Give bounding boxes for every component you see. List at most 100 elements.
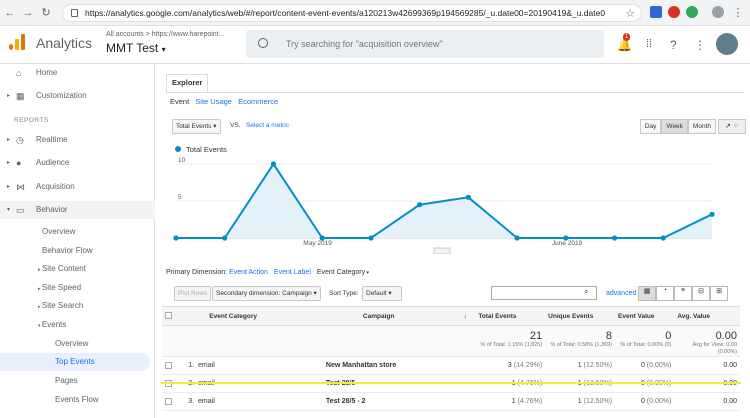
sidebar-item-customization[interactable]: ▸ ▦ Customization [0, 87, 155, 105]
x-tick-label: June 2019 [552, 240, 583, 247]
table-row[interactable]: 1. email New Manhattan store 3 (14.29%) … [162, 356, 740, 375]
address-bar[interactable]: https://analytics.google.com/analytics/w… [62, 4, 642, 22]
sidebar-item-behavior[interactable]: ▾ ▭ Behavior [0, 201, 155, 219]
browser-toolbar: ← → ↻ https://analytics.google.com/analy… [0, 0, 750, 26]
brand-title: Analytics [36, 35, 93, 51]
advanced-link[interactable]: advanced [606, 290, 636, 297]
sidebar-item-events[interactable]: ▾ Events [0, 316, 150, 334]
help-icon[interactable]: ? [670, 38, 677, 52]
menu-icon[interactable]: ⋮ [732, 6, 744, 20]
extension-icon[interactable] [650, 6, 662, 18]
secondary-dimension-select[interactable]: Secondary dimension: Campaign ▾ [212, 286, 321, 301]
sidebar-item-acquisition[interactable]: ▸ ⋈ Acquisition [0, 178, 155, 196]
select-metric-link[interactable]: Select a metric [246, 122, 289, 129]
data-point [660, 235, 666, 241]
pivot-view-icon[interactable]: ⊞ [710, 286, 728, 301]
primary-dimension-label: Primary Dimension: [166, 269, 228, 276]
plot-rows-button[interactable]: Plot Rows [174, 286, 212, 301]
reports-section-label: REPORTS [14, 117, 49, 124]
sort-type-select[interactable]: Default ▾ [362, 286, 402, 301]
pie-view-icon[interactable]: ◔ [656, 286, 674, 301]
data-point [709, 211, 715, 217]
property-selector[interactable]: MMT Test ▾ [106, 41, 166, 55]
explorer-subtabs: Event Site Usage Ecommerce [170, 97, 278, 106]
report-main: Explorer Event Site Usage Ecommerce Tota… [156, 64, 750, 418]
forward-icon[interactable]: → [22, 6, 34, 20]
subtab-ecommerce[interactable]: Ecommerce [238, 97, 278, 106]
row-checkbox[interactable] [165, 397, 172, 405]
totals-row: 21% of Total: 1.15% (1,825) 8% of Total:… [162, 325, 740, 357]
person-icon: ● [16, 158, 22, 168]
more-icon[interactable]: ⋮ [694, 38, 706, 52]
bookmark-star-icon[interactable]: ☆ [625, 7, 635, 20]
y-tick-label: 5 [178, 194, 182, 201]
account-breadcrumb[interactable]: All accounts > https://www.harepoint... [106, 31, 224, 38]
table-view-icon[interactable]: ▦ [638, 286, 656, 301]
caret-down-icon: ▾ [161, 45, 166, 54]
comparison-view-icon[interactable]: ⊟ [692, 286, 710, 301]
sidebar-item-site-search[interactable]: ▸ Site Search [0, 297, 150, 315]
dimension-event-label[interactable]: Event Label [274, 269, 311, 276]
week-button[interactable]: Week [661, 119, 688, 134]
sidebar-item-overview[interactable]: Overview [0, 223, 150, 241]
col-unique-events[interactable]: Unique Events [545, 306, 616, 326]
sidebar-item-realtime[interactable]: ▸ ◷ Realtime [0, 131, 155, 149]
primary-dimension-bar: Primary Dimension: Event Action Event La… [166, 269, 369, 276]
col-event-category[interactable]: Event Category [185, 306, 323, 326]
extension-icon[interactable] [686, 6, 698, 18]
table-search-input[interactable] [491, 286, 597, 300]
search-box[interactable]: Try searching for "acquisition overview" [246, 30, 604, 58]
ga-header: Analytics All accounts > https://www.har… [0, 26, 750, 64]
period-buttons: Day Week Month [639, 119, 716, 134]
col-event-value[interactable]: Event Value [615, 306, 675, 326]
select-all-checkbox[interactable] [162, 306, 186, 326]
subtab-site-usage[interactable]: Site Usage [195, 97, 232, 106]
property-name: MMT Test [106, 41, 159, 55]
data-point [368, 235, 374, 241]
metric-select[interactable]: Total Events ▾ [172, 119, 221, 134]
sidebar-item-events-flow[interactable]: Events Flow [0, 391, 150, 409]
behavior-icon: ▭ [16, 205, 25, 215]
sidebar-item-pages[interactable]: Pages [0, 372, 150, 390]
col-avg-value[interactable]: Avg. Value [674, 306, 740, 326]
extension-icon[interactable] [668, 6, 680, 18]
data-point [173, 235, 179, 241]
back-icon[interactable]: ← [4, 6, 16, 20]
dimension-event-category[interactable]: Event Category [317, 269, 365, 276]
tab-explorer[interactable]: Explorer [166, 74, 209, 92]
url-text: https://analytics.google.com/analytics/w… [85, 8, 605, 18]
sidebar-item-top-events[interactable]: Top Events [0, 353, 150, 371]
sidebar-item-home[interactable]: ⌂ Home [0, 64, 155, 82]
legend-marker [175, 146, 181, 152]
reload-icon[interactable]: ↻ [40, 6, 52, 20]
view-type-icons: ▦ ◔ ≡ ⊟ ⊞ [638, 286, 728, 301]
dimension-event-action[interactable]: Event Action [229, 269, 268, 276]
col-campaign[interactable]: Campaign [322, 306, 461, 326]
data-point [270, 161, 277, 167]
clock-icon: ◷ [16, 135, 24, 145]
subtab-event[interactable]: Event [170, 97, 189, 106]
sidebar-item-behavior-flow[interactable]: Behavior Flow [0, 242, 150, 260]
sidebar-item-audience[interactable]: ▸ ● Audience [0, 154, 155, 172]
home-icon: ⌂ [16, 68, 22, 78]
table-toolbar: Plot Rows Secondary dimension: Campaign … [166, 286, 740, 304]
sidebar-item-site-content[interactable]: ▸ Site Content [0, 260, 150, 278]
month-button[interactable]: Month [687, 119, 716, 134]
apps-icon[interactable]: ⁞⁞ [646, 38, 652, 50]
total-events-chart: Total Events 10 5 May 2019 June 2019 [164, 144, 744, 255]
data-point [611, 235, 618, 241]
user-avatar[interactable] [716, 33, 738, 55]
col-total-events[interactable]: Total Events [475, 306, 546, 326]
sidebar-item-site-speed[interactable]: ▸ Site Speed [0, 279, 150, 297]
sort-arrow-icon[interactable]: ↓ [460, 306, 476, 326]
search-icon[interactable]: ⌕ [584, 287, 588, 297]
data-point [417, 202, 423, 208]
highlight-line [161, 382, 741, 384]
row-checkbox[interactable] [165, 361, 172, 369]
chart-type-icon[interactable]: ↗ ⁘ [718, 119, 746, 134]
day-button[interactable]: Day [639, 119, 662, 134]
profile-avatar[interactable] [712, 6, 724, 18]
sidebar-item-events-overview[interactable]: Overview [0, 335, 150, 353]
table-row[interactable]: 3. email Test 28/5 - 2 1 (4.76%) 1 (12.5… [162, 392, 740, 411]
performance-view-icon[interactable]: ≡ [674, 286, 692, 301]
